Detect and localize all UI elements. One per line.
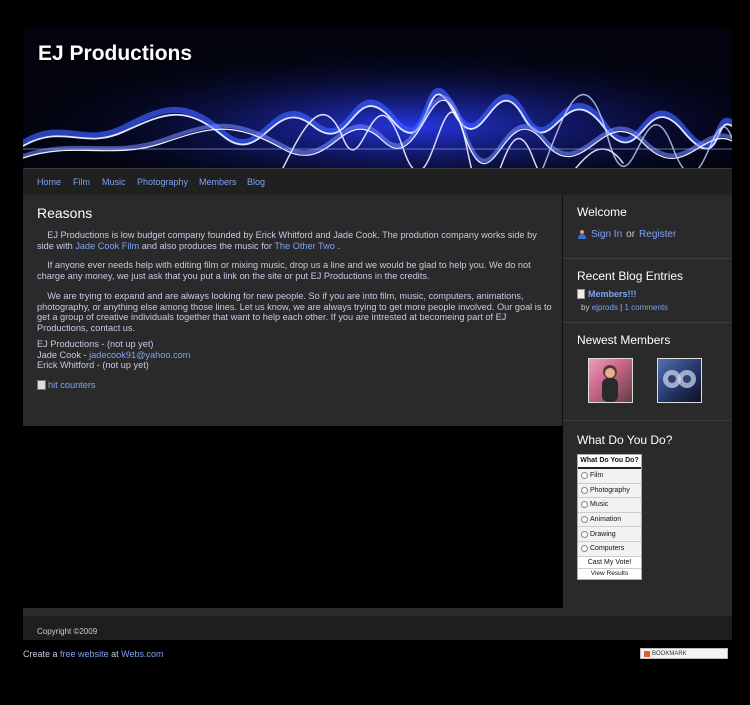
blog-meta: by ejprods | 1 comments bbox=[581, 303, 669, 312]
blog-author-link[interactable]: ejprods bbox=[592, 303, 618, 312]
poll-box-title: What Do You Do? bbox=[578, 455, 641, 469]
nav-film[interactable]: Film bbox=[73, 177, 90, 187]
blog-section: Recent Blog Entries Members!!! by ejprod… bbox=[563, 259, 732, 323]
blog-entry: Members!!! bbox=[577, 289, 637, 299]
blog-title: Recent Blog Entries bbox=[577, 269, 684, 283]
radio-button[interactable] bbox=[581, 486, 588, 494]
radio-button[interactable] bbox=[581, 545, 588, 553]
copyright-text: Copyright ©2009 bbox=[37, 627, 98, 636]
intro-paragraph: EJ Productions is low budget company fou… bbox=[37, 230, 540, 251]
jade-email-link[interactable]: jadecook91@yahoo.com bbox=[89, 350, 190, 360]
user-icon bbox=[577, 230, 587, 239]
broken-image-icon bbox=[37, 380, 46, 390]
jade-cook-film-link[interactable]: Jade Cook Film bbox=[75, 241, 139, 251]
nav-home[interactable]: Home bbox=[37, 177, 61, 187]
poll-option-computers[interactable]: Computers bbox=[578, 542, 641, 557]
contact-ej: EJ Productions - (not up yet) bbox=[37, 339, 154, 349]
help-paragraph: If anyone ever needs help with editing f… bbox=[37, 260, 534, 281]
footer: Copyright ©2009 bbox=[23, 608, 732, 640]
poll-option-film[interactable]: Film bbox=[578, 469, 641, 484]
nav-photography[interactable]: Photography bbox=[137, 177, 188, 187]
contact-erick: Erick Whitford - (not up yet) bbox=[37, 360, 149, 371]
bookmark-button[interactable]: BOOKMARK bbox=[640, 648, 728, 659]
poll-option-music[interactable]: Music bbox=[578, 498, 641, 513]
poll-section-title: What Do You Do? bbox=[577, 433, 673, 447]
blog-entry-link[interactable]: Members!!! bbox=[588, 289, 637, 299]
sidebar: Welcome Sign In or Register Recent Blog … bbox=[563, 195, 732, 608]
site-title: EJ Productions bbox=[38, 42, 193, 65]
member-avatar-1[interactable] bbox=[588, 358, 633, 403]
welcome-section: Welcome Sign In or Register bbox=[563, 195, 732, 259]
bookmark-icon bbox=[644, 650, 650, 657]
nav-members[interactable]: Members bbox=[199, 177, 237, 187]
cast-vote-button[interactable]: Cast My Vote! bbox=[578, 556, 641, 569]
members-title: Newest Members bbox=[577, 333, 671, 347]
expand-paragraph: We are trying to expand and are always l… bbox=[37, 291, 555, 333]
webs-credit: Create a free website at Webs.com bbox=[23, 649, 164, 659]
members-section: Newest Members bbox=[563, 323, 732, 421]
welcome-title: Welcome bbox=[577, 205, 627, 219]
webs-link[interactable]: Webs.com bbox=[121, 649, 163, 659]
main-nav: Home Film Music Photography Members Blog bbox=[23, 168, 732, 196]
hit-counter-link[interactable]: hit counters bbox=[37, 380, 96, 390]
nav-blog[interactable]: Blog bbox=[247, 177, 265, 187]
signin-link[interactable]: Sign In bbox=[591, 229, 622, 240]
radio-button[interactable] bbox=[581, 530, 588, 538]
the-other-two-link[interactable]: The Other Two bbox=[274, 241, 335, 251]
radio-button[interactable] bbox=[581, 501, 588, 509]
radio-button[interactable] bbox=[581, 516, 588, 524]
view-results-link[interactable]: View Results bbox=[578, 568, 641, 579]
member-avatar-2[interactable] bbox=[657, 358, 702, 403]
header-banner: EJ Productions bbox=[23, 28, 732, 168]
radio-button[interactable] bbox=[581, 472, 588, 480]
content-heading: Reasons bbox=[37, 205, 93, 221]
signin-row: Sign In or Register bbox=[577, 229, 676, 240]
contact-jade: Jade Cook - jadecook91@yahoo.com bbox=[37, 349, 191, 360]
poll-option-drawing[interactable]: Drawing bbox=[578, 527, 641, 542]
register-link[interactable]: Register bbox=[639, 229, 676, 240]
document-icon bbox=[577, 289, 585, 299]
nav-music[interactable]: Music bbox=[102, 177, 126, 187]
poll-option-photography[interactable]: Photography bbox=[578, 484, 641, 499]
poll-widget: What Do You Do? Film Photography Music A… bbox=[577, 454, 642, 580]
main-content: Reasons EJ Productions is low budget com… bbox=[23, 195, 563, 426]
free-website-link[interactable]: free website bbox=[60, 649, 109, 659]
blog-comments-link[interactable]: 1 comments bbox=[624, 303, 668, 312]
contact-list: EJ Productions - (not up yet) Jade Cook … bbox=[37, 339, 190, 371]
poll-option-animation[interactable]: Animation bbox=[578, 513, 641, 528]
